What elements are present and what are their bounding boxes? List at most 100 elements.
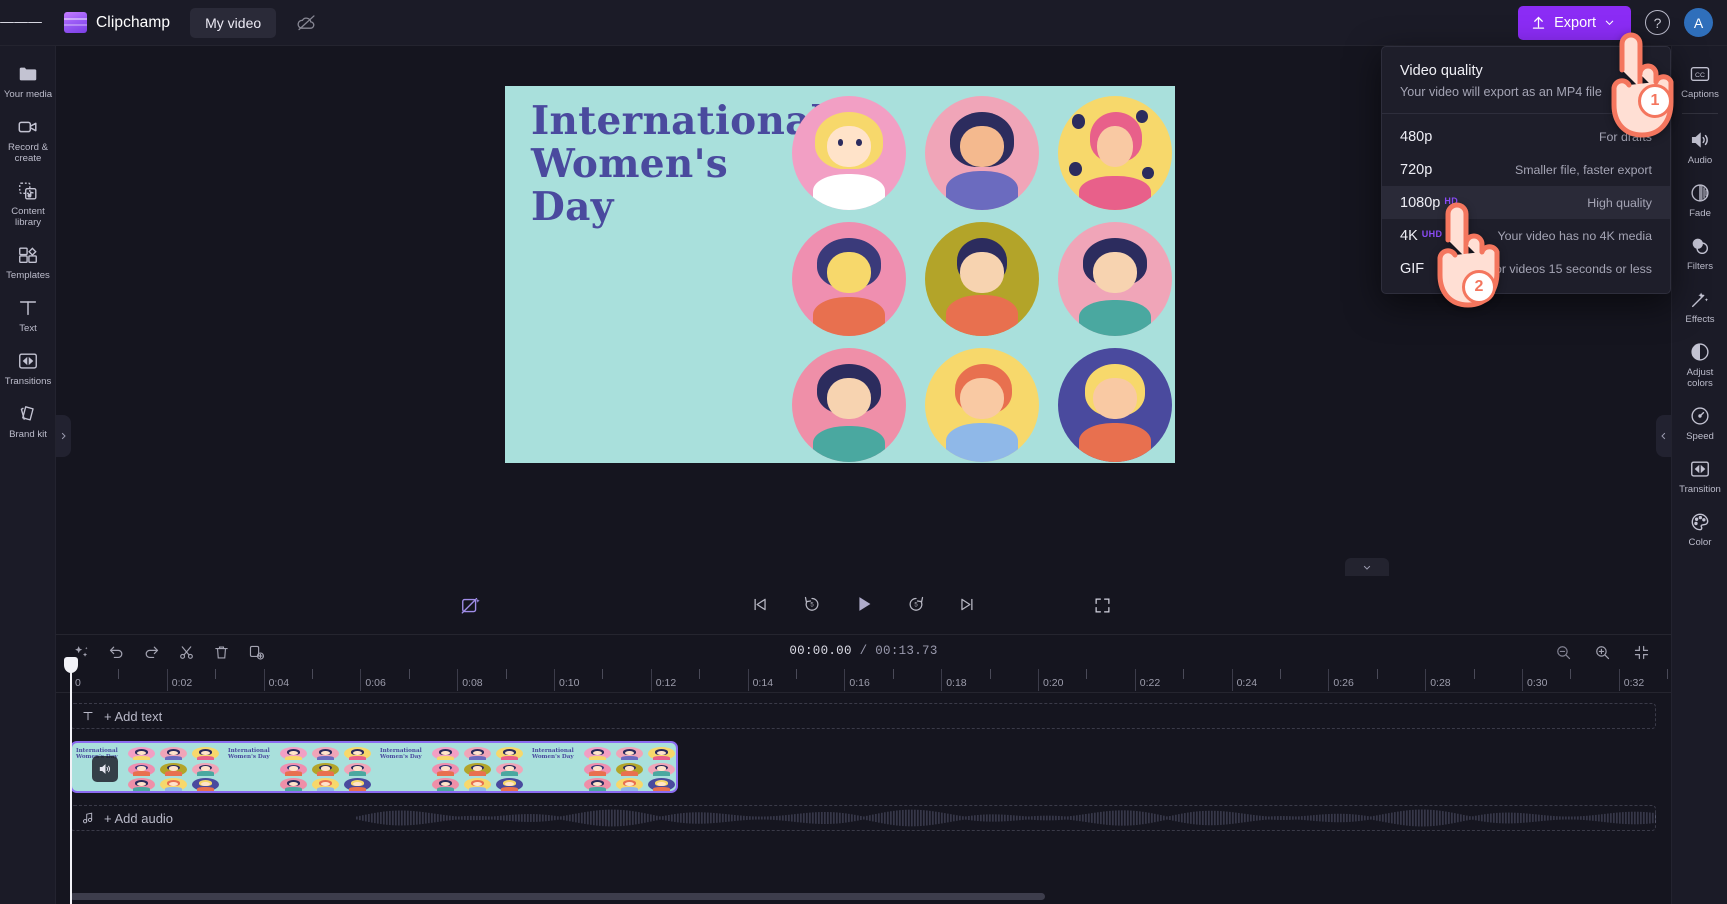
skip-to-end-icon[interactable] [953,589,983,619]
clip-thumbnail-cell [615,777,644,791]
sidebar-item-content-library[interactable]: Content library [0,171,56,235]
video-clip[interactable]: International Women's Day International W… [70,741,678,793]
fullscreen-icon[interactable] [1086,589,1118,621]
sidebar-item-effects[interactable]: Effects [1672,279,1727,332]
clip-thumbnail-portrait [160,762,187,776]
quality-options-list: 480p For drafts 720p Smaller file, faste… [1382,114,1670,293]
sidebar-label: Transition [1679,484,1721,495]
portrait-cell [923,346,1041,463]
sidebar-item-filters[interactable]: Filters [1672,226,1727,279]
chevron-down-icon [1605,20,1614,26]
badge-number: 2 [1474,278,1484,295]
portrait-cell [923,94,1041,212]
timeline-horizontal-scrollbar[interactable] [70,893,1656,900]
fit-to-screen-icon[interactable] [1628,639,1655,666]
quality-option-720p[interactable]: 720p Smaller file, faster export [1382,153,1670,186]
sidebar-item-speed[interactable]: Speed [1672,396,1727,449]
ruler-tick-label: 0:32 [1623,677,1645,689]
ruler-tick-major [554,669,555,691]
clip-thumbnail-cell [583,777,612,791]
chevron-left-icon [1661,432,1666,440]
clip-thumbnail-cell [431,777,460,791]
add-text-track[interactable]: + Add text [70,703,1656,729]
portrait-cell [1056,220,1174,338]
clip-thumbnail-cell [311,746,340,761]
clip-thumbnail-cell [583,746,612,761]
ruler-tick-label: 0 [75,677,81,689]
timeline-ruler[interactable]: 0 0:02 0:04 0:06 0:08 0:10 0:12 0:14 0:16 0:18 0:2… [56,669,1671,693]
clip-thumbnail-cell [127,746,156,761]
quality-option-480p[interactable]: 480p For drafts [1382,120,1670,153]
clip-thumbnail-cell [159,777,188,791]
sidebar-item-fade[interactable]: Fade [1672,173,1727,226]
sidebar-label: Captions [1681,89,1719,100]
portrait-circle [925,348,1039,462]
clip-thumbnail-cell [647,777,676,791]
brand-name: Clipchamp [96,13,171,31]
sidebar-item-captions[interactable]: CC Captions [1672,54,1727,107]
video-preview-canvas[interactable]: International Women's Day [505,86,1175,463]
sidebar-item-transitions[interactable]: Transitions [0,341,56,394]
avatar-initial: A [1693,14,1704,31]
rail-divider [1681,113,1718,114]
clip-thumbnail-portrait [432,762,459,776]
rewind-5-seconds-icon[interactable]: 5 [797,589,827,619]
play-button[interactable] [849,589,879,619]
clip-thumbnail-cell [463,746,492,761]
skip-to-start-icon[interactable] [745,589,775,619]
playhead[interactable] [64,657,78,904]
ruler-tick-minor [1667,669,1669,679]
zoom-in-icon[interactable] [1589,639,1616,666]
timeline-tracks: + Add text International Women's DayInte… [56,693,1671,883]
portrait-cell [790,220,908,338]
help-circle-icon[interactable]: ? [1645,10,1670,35]
clip-thumbnail-cell [463,762,492,777]
sidebar-item-text[interactable]: Text [0,288,56,341]
cloud-off-icon[interactable] [293,10,319,36]
clip-thumbnail-portrait [584,778,611,791]
sidebar-item-adjust-colors[interactable]: Adjust colors [1672,332,1727,396]
scrollbar-thumb[interactable] [70,893,1045,900]
sidebar-item-audio[interactable]: Audio [1672,120,1727,173]
left-rail-collapse-button[interactable] [56,415,71,457]
playhead-knob[interactable] [64,657,78,673]
sidebar-item-color[interactable]: Color [1672,502,1727,555]
clip-thumbnail-cell [615,746,644,761]
right-rail-collapse-button[interactable] [1656,415,1671,457]
player-controls: 5 5 [56,580,1671,632]
portrait-cell [790,94,908,212]
clip-audio-icon[interactable] [92,756,118,782]
sidebar-label: Content library [11,206,45,228]
option-badge-hd: HD [1444,195,1459,206]
clip-thumbnail-cell [311,762,340,777]
export-button-label: Export [1554,14,1596,31]
clip-thumbnail-portrait [192,778,219,791]
avatar[interactable]: A [1684,8,1713,37]
quality-option-1080p[interactable]: 1080p HD High quality [1382,186,1670,219]
sidebar-item-templates[interactable]: Templates [0,235,56,288]
dropdown-header: Video quality Your video will export as … [1382,47,1670,114]
sidebar-item-your-media[interactable]: Your media [0,54,56,107]
export-button[interactable]: Export [1518,5,1631,40]
clip-thumbnail-portrait [616,747,643,760]
sidebar-label: Brand kit [9,429,47,440]
sidebar-item-transition[interactable]: Transition [1672,449,1727,502]
ruler-tick-label: 0:16 [849,677,870,689]
forward-5-seconds-icon[interactable]: 5 [901,589,931,619]
current-time: 00:00.00 [789,644,852,658]
project-name-tab[interactable]: My video [190,7,277,38]
option-label: GIF [1400,260,1425,277]
callout-badge-1: 1 [1638,84,1672,118]
zoom-out-icon[interactable] [1550,639,1577,666]
clip-thumbnail-cell [431,746,460,761]
timeline-collapse-button[interactable] [1345,558,1389,576]
quality-option-gif[interactable]: GIF For videos 15 seconds or less [1382,252,1670,285]
sidebar-item-brand-kit[interactable]: Brand kit [0,394,56,447]
hamburger-menu-icon[interactable] [0,0,42,46]
clip-thumbnail-cell [463,777,492,791]
sidebar-item-record-create[interactable]: Record & create [0,107,56,171]
quality-option-4k[interactable]: 4K UHD Your video has no 4K media [1382,219,1670,252]
ruler-tick-major [1425,669,1427,691]
clip-thumbnail-portrait [344,762,371,776]
option-label: 480p [1400,128,1433,145]
